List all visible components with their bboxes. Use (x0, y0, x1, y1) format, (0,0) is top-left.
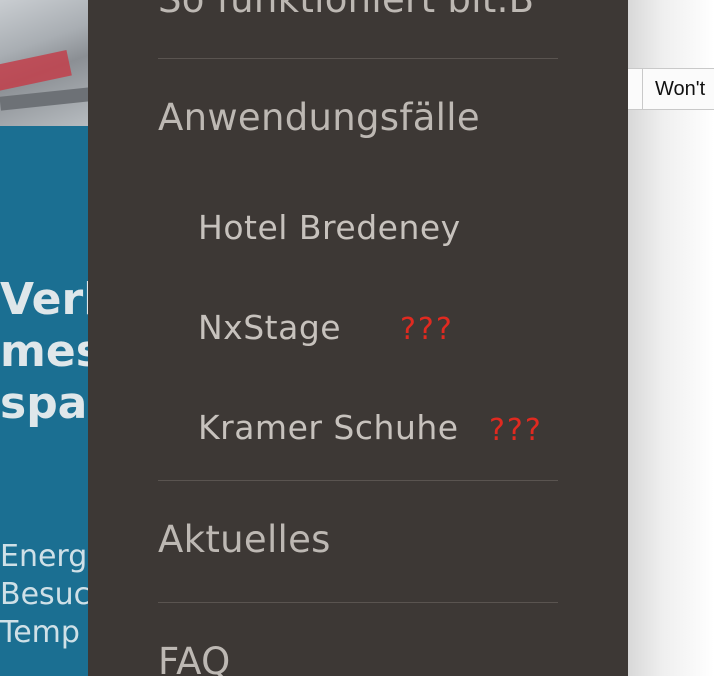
menu-item-faq[interactable]: FAQ (158, 640, 231, 676)
navigation-drawer: So funktioniert bit.B Anwendungsfälle Ho… (88, 0, 628, 676)
submenu-item-kramer-schuhe[interactable]: Kramer Schuhe (198, 408, 459, 447)
menu-item-so-funktioniert[interactable]: So funktioniert bit.B (158, 0, 534, 21)
menu-item-anwendungsfaelle[interactable]: Anwendungsfälle (158, 96, 480, 139)
submenu-item-nxstage[interactable]: NxStage (198, 308, 341, 347)
menu-divider (158, 602, 558, 603)
hero-image (0, 0, 90, 126)
hero-subtext: Energ Besuc Temp (0, 539, 91, 650)
table-cell-wont: Won't (642, 68, 714, 110)
hero-image-dark-band (0, 87, 90, 111)
annotation-question-marks: ??? (400, 312, 454, 347)
menu-item-aktuelles[interactable]: Aktuelles (158, 518, 331, 561)
submenu-item-hotel-bredeney[interactable]: Hotel Bredeney (198, 208, 461, 247)
annotation-question-marks: ??? (489, 413, 543, 448)
hero-headline: Verl mes spa (0, 274, 102, 429)
menu-divider (158, 58, 558, 59)
hero-image-red-object (0, 49, 72, 93)
menu-divider (158, 480, 558, 481)
